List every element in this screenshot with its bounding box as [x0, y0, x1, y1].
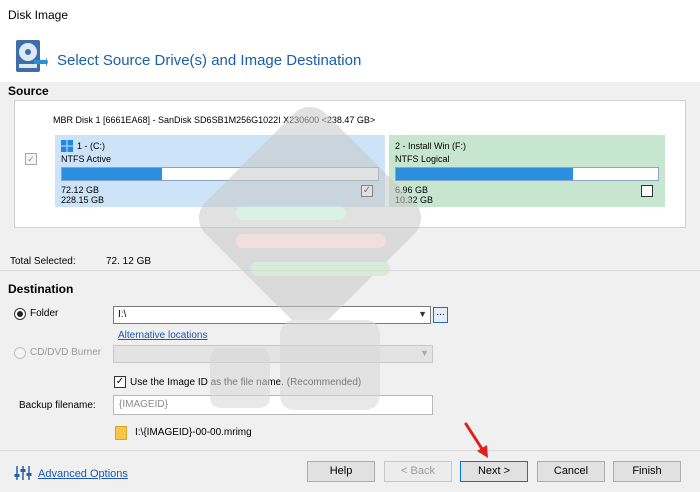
- source-section-label: Source: [8, 84, 49, 98]
- folder-path-combo[interactable]: I:\ ▼: [113, 306, 431, 324]
- windows-logo-icon: [61, 139, 73, 152]
- total-selected-value: 72. 12 GB: [106, 256, 152, 267]
- partition-c-name-row: 1 - (C:): [61, 139, 379, 152]
- partition-c-used: 72.12 GB: [61, 185, 100, 195]
- folder-label: Folder: [30, 308, 59, 319]
- disk-image-icon: [16, 40, 48, 72]
- partition-c-name: 1 - (C:): [77, 140, 105, 151]
- browse-folder-button[interactable]: ...: [433, 307, 448, 323]
- destination-section-label: Destination: [8, 282, 74, 296]
- red-annotation-arrow-icon: [464, 422, 488, 458]
- folder-path-value: I:\: [118, 309, 127, 320]
- disk-checkbox[interactable]: ✓: [25, 153, 37, 165]
- chevron-down-icon: ▼: [420, 348, 429, 358]
- window-titlebar: Disk Image: [0, 0, 700, 30]
- partition-f-name: 2 - Install Win (F:): [395, 140, 467, 151]
- section-divider: [0, 270, 700, 271]
- window-title: Disk Image: [8, 8, 69, 22]
- backup-filename-placeholder: {IMAGEID}: [119, 399, 168, 410]
- resulting-filename: I:\{IMAGEID}-00-00.mrimg: [135, 427, 252, 438]
- cd-dvd-label: CD/DVD Burner: [30, 347, 102, 358]
- cd-dvd-radio[interactable]: [14, 347, 26, 359]
- chevron-down-icon: ▼: [418, 309, 427, 319]
- partition-c-total: 228.15 GB: [61, 195, 105, 205]
- partition-c[interactable]: 1 - (C:) NTFS Active 72.12 GB 228.15 GB …: [55, 135, 385, 207]
- help-button[interactable]: Help: [307, 461, 375, 482]
- wizard-header: Select Source Drive(s) and Image Destina…: [0, 30, 700, 82]
- partition-c-fs: NTFS Active: [61, 154, 112, 164]
- total-selected-label: Total Selected:: [10, 256, 76, 267]
- partition-f-fs: NTFS Logical: [395, 154, 450, 164]
- partition-f[interactable]: 2 - Install Win (F:) NTFS Logical 6.96 G…: [389, 135, 665, 207]
- finish-button[interactable]: Finish: [613, 461, 681, 482]
- source-panel: MBR Disk 1 [6661EA68] - SanDisk SD6SB1M2…: [14, 100, 686, 228]
- folder-radio[interactable]: [14, 308, 26, 320]
- cancel-button[interactable]: Cancel: [537, 461, 605, 482]
- page-title: Select Source Drive(s) and Image Destina…: [57, 52, 362, 69]
- advanced-options-link[interactable]: Advanced Options: [38, 468, 128, 480]
- partition-c-usage-fill: [62, 168, 162, 180]
- folder-icon: [115, 426, 127, 440]
- disk-label: MBR Disk 1 [6661EA68] - SanDisk SD6SB1M2…: [53, 115, 376, 125]
- next-button[interactable]: Next >: [460, 461, 528, 482]
- partition-f-used: 6.96 GB: [395, 185, 429, 195]
- partition-c-checkbox[interactable]: ✓: [361, 185, 373, 197]
- use-image-id-label: Use the Image ID as the file name. (Reco…: [130, 377, 362, 388]
- partition-f-checkbox[interactable]: [641, 185, 653, 197]
- settings-sliders-icon[interactable]: [14, 465, 32, 481]
- alternative-locations-link[interactable]: Alternative locations: [118, 330, 208, 341]
- partition-f-usage-bar: [395, 167, 659, 181]
- use-image-id-checkbox[interactable]: ✓: [114, 376, 126, 388]
- cd-dvd-combo[interactable]: ▼: [113, 345, 433, 363]
- backup-filename-label: Backup filename:: [19, 400, 96, 411]
- partition-f-usage-fill: [396, 168, 573, 180]
- back-button[interactable]: < Back: [384, 461, 452, 482]
- partition-c-usage-bar: [61, 167, 379, 181]
- backup-filename-input[interactable]: {IMAGEID}: [113, 395, 433, 415]
- partition-f-total: 10.32 GB: [395, 195, 434, 205]
